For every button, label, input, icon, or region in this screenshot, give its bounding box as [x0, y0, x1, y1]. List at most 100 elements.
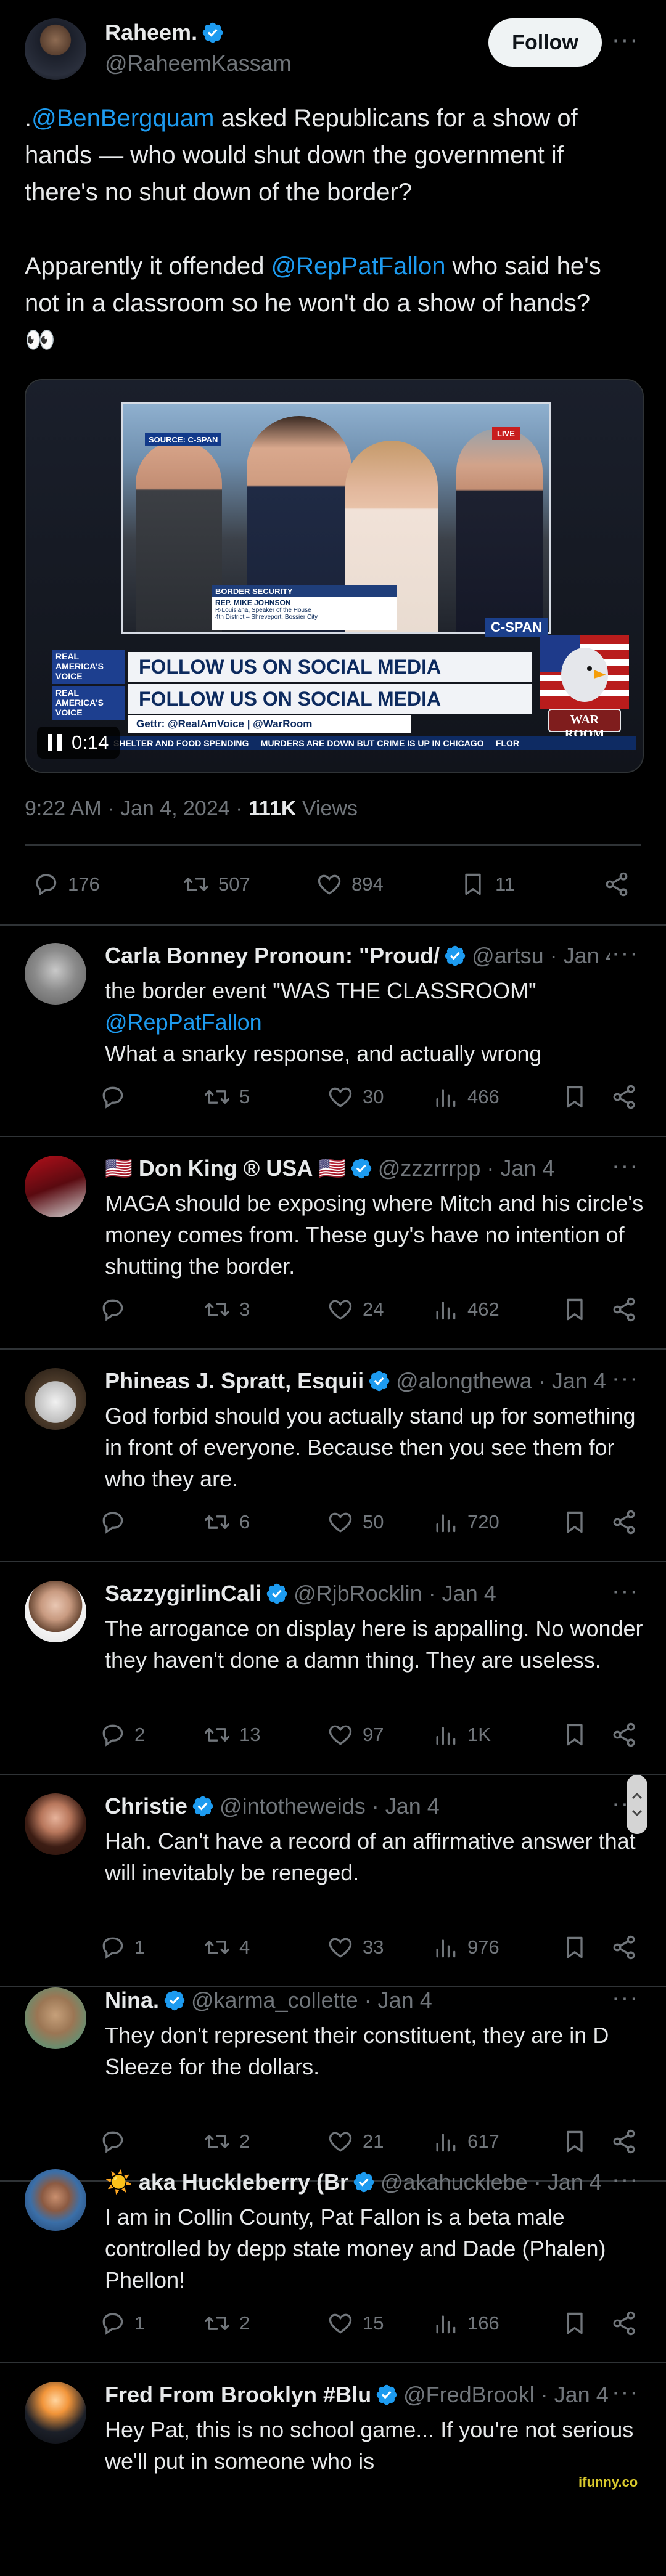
- reply-button[interactable]: 1: [99, 1934, 145, 1961]
- like-button[interactable]: 15: [327, 2310, 384, 2337]
- reply-tweet[interactable]: Christie @intotheweids · Jan 4 ··· Hah. Can…: [0, 1775, 666, 1987]
- reply-button[interactable]: [99, 1509, 134, 1536]
- reply-tweet[interactable]: Nina. @karma_collette · Jan 4 ··· They don'…: [0, 1969, 666, 2182]
- views-button[interactable]: 166: [432, 2310, 500, 2337]
- like-button[interactable]: 97: [327, 1721, 384, 1748]
- video-duration-pill[interactable]: 0:14: [37, 727, 120, 759]
- views-button[interactable]: 466: [432, 1083, 500, 1111]
- reply-date[interactable]: · Jan 4: [422, 1581, 496, 1606]
- like-button[interactable]: 50: [327, 1509, 384, 1536]
- reply-avatar[interactable]: [25, 943, 86, 1005]
- repost-button[interactable]: 5: [204, 1083, 250, 1111]
- reply-avatar[interactable]: [25, 1987, 86, 2049]
- author-name[interactable]: Raheem.: [105, 20, 224, 46]
- share-button[interactable]: [610, 1083, 646, 1111]
- views-button[interactable]: 720: [432, 1509, 500, 1536]
- reply-avatar[interactable]: [25, 1368, 86, 1430]
- reply-author-handle[interactable]: @artsu: [472, 943, 544, 968]
- more-options-icon[interactable]: ···: [612, 2379, 639, 2406]
- reply-tweet[interactable]: Carla Bonney Pronoun: "Proud/ @artsu · Ja…: [0, 924, 666, 1137]
- reply-author-handle[interactable]: @alongthewa: [396, 1368, 532, 1393]
- reply-avatar[interactable]: [25, 2169, 86, 2231]
- reply-author-name[interactable]: Phineas J. Spratt, Esquii: [105, 1368, 364, 1393]
- reply-tweet[interactable]: ☀️ aka Huckleberry (Br @akahucklebe · Jan…: [0, 2151, 666, 2363]
- reply-button[interactable]: 176: [32, 871, 100, 898]
- like-button[interactable]: 33: [327, 1934, 384, 1961]
- mention-link[interactable]: @BenBergquam: [31, 105, 214, 132]
- reply-author-handle[interactable]: @karma_collette: [191, 1987, 358, 2013]
- more-options-icon[interactable]: ···: [612, 2167, 639, 2193]
- views-button[interactable]: 976: [432, 1934, 500, 1961]
- bookmark-button[interactable]: [561, 1934, 597, 1961]
- share-button[interactable]: [610, 1509, 646, 1536]
- more-options-icon[interactable]: ···: [612, 27, 639, 54]
- reply-avatar[interactable]: [25, 1793, 86, 1855]
- more-options-icon[interactable]: ···: [612, 1578, 639, 1605]
- more-options-icon[interactable]: ···: [612, 1366, 639, 1392]
- reply-author-handle[interactable]: @RjbRocklin: [294, 1581, 422, 1606]
- reply-date[interactable]: · Jan 4: [366, 1793, 440, 1819]
- pause-icon[interactable]: [48, 734, 62, 751]
- more-options-icon[interactable]: ···: [612, 940, 639, 967]
- reply-author-handle[interactable]: @zzzrrrpp: [378, 1156, 481, 1181]
- like-button[interactable]: 24: [327, 1296, 384, 1323]
- bookmark-button[interactable]: [561, 1083, 597, 1111]
- reply-date[interactable]: · Jan 4: [544, 943, 610, 968]
- bookmark-button[interactable]: 11: [459, 871, 515, 898]
- reply-author-name[interactable]: 🇺🇸 Don King ® USA 🇺🇸: [105, 1156, 346, 1181]
- author-avatar[interactable]: [25, 18, 86, 80]
- bookmark-button[interactable]: [561, 1509, 597, 1536]
- share-button[interactable]: [610, 1934, 646, 1961]
- scroll-widget[interactable]: [627, 1775, 648, 1834]
- reply-tweet[interactable]: Fred From Brooklyn #Blu @FredBrookl · Jan…: [0, 2363, 666, 2576]
- reply-author-name[interactable]: Nina.: [105, 1987, 159, 2013]
- bookmark-button[interactable]: [561, 2310, 597, 2337]
- like-button[interactable]: 894: [316, 871, 384, 898]
- share-button[interactable]: [610, 1721, 646, 1748]
- reply-button[interactable]: 2: [99, 1721, 145, 1748]
- like-button[interactable]: 30: [327, 1083, 384, 1111]
- author-handle[interactable]: @RaheemKassam: [105, 51, 292, 76]
- repost-button[interactable]: 2: [204, 2310, 250, 2337]
- reply-date[interactable]: · Jan 4: [532, 1368, 606, 1393]
- reply-author-handle[interactable]: @FredBrookl: [403, 2382, 535, 2407]
- repost-button[interactable]: 507: [183, 871, 250, 898]
- tweet-timestamp[interactable]: 9:22 AM · Jan 4, 2024 ·: [25, 797, 249, 820]
- reply-author-name[interactable]: SazzygirlinCali: [105, 1581, 261, 1606]
- reply-button[interactable]: [99, 1296, 134, 1323]
- follow-button[interactable]: Follow: [488, 18, 602, 67]
- more-options-icon[interactable]: ···: [612, 1153, 639, 1180]
- reply-author-name[interactable]: Christie: [105, 1793, 187, 1819]
- reply-date[interactable]: · Jan 4: [528, 2169, 602, 2195]
- repost-button[interactable]: 13: [204, 1721, 260, 1748]
- reply-author-name[interactable]: Fred From Brooklyn #Blu: [105, 2382, 371, 2407]
- reply-button[interactable]: 1: [99, 2310, 145, 2337]
- reply-button[interactable]: [99, 1083, 134, 1111]
- reply-avatar[interactable]: [25, 2382, 86, 2444]
- repost-button[interactable]: 4: [204, 1934, 250, 1961]
- reply-avatar[interactable]: [25, 1156, 86, 1217]
- bookmark-button[interactable]: [561, 1296, 597, 1323]
- share-button[interactable]: [603, 871, 639, 898]
- views-button[interactable]: 1K: [432, 1721, 491, 1748]
- share-button[interactable]: [610, 2310, 646, 2337]
- views-button[interactable]: 462: [432, 1296, 500, 1323]
- reply-author-name[interactable]: ☀️ aka Huckleberry (Br: [105, 2169, 348, 2195]
- video-player[interactable]: SOURCE: C-SPAN LIVE BORDER SECURITY REP.…: [25, 379, 644, 773]
- more-options-icon[interactable]: ···: [612, 1985, 639, 2011]
- reply-avatar[interactable]: [25, 1581, 86, 1642]
- repost-button[interactable]: 6: [204, 1509, 250, 1536]
- reply-tweet[interactable]: SazzygirlinCali @RjbRocklin · Jan 4 ··· The…: [0, 1562, 666, 1775]
- reply-date[interactable]: · Jan 4: [535, 2382, 609, 2407]
- author-name-text[interactable]: Raheem.: [105, 20, 197, 45]
- repost-button[interactable]: 3: [204, 1296, 250, 1323]
- bookmark-button[interactable]: [561, 1721, 597, 1748]
- mention-link[interactable]: @RepPatFallon: [271, 253, 446, 280]
- share-button[interactable]: [610, 1296, 646, 1323]
- reply-tweet[interactable]: Phineas J. Spratt, Esquii @alongthewa · J…: [0, 1350, 666, 1562]
- reply-author-name[interactable]: Carla Bonney Pronoun: "Proud/: [105, 943, 440, 968]
- reply-date[interactable]: · Jan 4: [358, 1987, 432, 2013]
- reply-tweet[interactable]: 🇺🇸 Don King ® USA 🇺🇸 @zzzrrrpp · Jan 4 ···…: [0, 1137, 666, 1350]
- mention-link[interactable]: @RepPatFallon: [105, 1009, 262, 1035]
- reply-author-handle[interactable]: @intotheweids: [220, 1793, 366, 1819]
